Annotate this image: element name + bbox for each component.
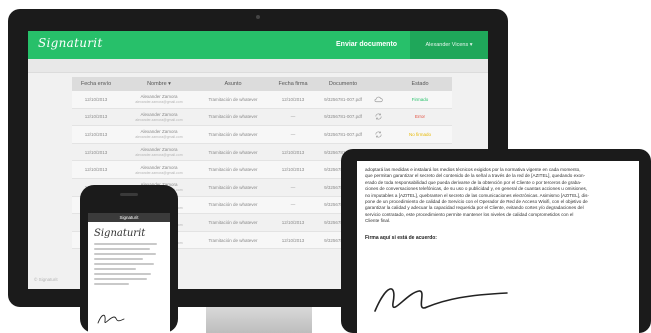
signer-email: alexander.zamora@gmail.com — [135, 100, 183, 105]
sub-navigation — [28, 59, 488, 73]
signer-name: Alexander Zamora — [140, 147, 178, 153]
signer-name: Alexander Zamora — [140, 94, 178, 100]
cell-sign-date: — — [290, 131, 296, 137]
phone-contract-text — [94, 243, 164, 285]
header-fecha-firma[interactable]: Fecha firma — [268, 77, 318, 91]
cell-sign-date: 12/10/2013 — [281, 237, 305, 243]
tablet-screen: adoptará las medidas e instalará los med… — [357, 161, 639, 333]
cell-date: 12/10/2013 — [84, 149, 108, 155]
cell-date: 12/10/2013 — [84, 96, 108, 102]
cell-subject: Tramitación de whatever — [208, 131, 258, 137]
cell-sign-date: — — [290, 184, 296, 190]
cell-document-link[interactable]: 9/3256781-007.pdf — [318, 126, 368, 143]
cell-subject: Tramitación de whatever — [208, 149, 258, 155]
cell-subject: Tramitación de whatever — [208, 219, 258, 225]
app-header: Signaturit Enviar documento Alexander Vi… — [28, 31, 488, 59]
cell-subject: Tramitación de whatever — [208, 114, 258, 120]
header-documento[interactable]: Documento — [318, 77, 368, 91]
camera-dot — [256, 15, 260, 19]
tablet-device: adoptará las medidas e instalará los med… — [341, 149, 651, 333]
cloud-download-icon[interactable] — [368, 91, 388, 108]
table-row[interactable]: 12/10/2013 Alexander Zamoraalexander.zamo… — [72, 126, 452, 144]
signature-area[interactable] — [367, 273, 517, 323]
phone-device: Signaturit Signaturit — [80, 185, 178, 333]
cell-document-link[interactable]: 9/3256781-007.pdf — [318, 91, 368, 108]
status-badge: Firmado — [411, 96, 429, 102]
cell-sign-date: 12/10/2013 — [281, 167, 305, 173]
user-menu[interactable]: Alexander Vicens ▾ — [410, 31, 488, 59]
monitor-stand — [206, 307, 312, 333]
contract-line: Cliente final. — [365, 218, 391, 224]
device-mockup-scene: Signaturit Enviar documento Alexander Vi… — [0, 0, 651, 333]
cell-sign-date: — — [290, 202, 296, 208]
signer-name: Alexander Zamora — [140, 129, 178, 135]
cell-name: Alexander Zamoraalexander.zamora@gmail.c… — [120, 144, 198, 161]
resend-sync-icon[interactable] — [368, 126, 388, 143]
phone-header: Signaturit — [88, 213, 170, 222]
resend-sync-icon[interactable] — [368, 109, 388, 126]
signer-email: alexander.zamora@gmail.com — [135, 153, 183, 158]
phone-speaker — [120, 193, 138, 196]
table-row[interactable]: 12/10/2013 Alexander Zamoraalexander.zamo… — [72, 108, 452, 127]
app-logo[interactable]: Signaturit — [38, 36, 103, 50]
footer-copyright: © Signaturit — [34, 277, 58, 282]
cell-sign-date: 12/10/2013 — [281, 149, 305, 155]
phone-screen: Signaturit Signaturit — [88, 213, 170, 333]
contract-text: adoptará las medidas e instalará los med… — [365, 167, 631, 225]
cell-sign-date: 12/10/2013 — [281, 219, 305, 225]
header-nombre[interactable]: Nombre ▾ — [120, 77, 198, 91]
signature-stroke — [374, 288, 508, 312]
cell-name: Alexander Zamoraalexander.zamora@gmail.c… — [120, 161, 198, 178]
table-header: Fecha envío Nombre ▾ Asunto Fecha firma … — [72, 77, 452, 91]
cell-sign-date: — — [290, 114, 296, 120]
cell-name: Alexander Zamoraalexander.zamora@gmail.c… — [120, 91, 198, 108]
cell-date: 12/10/2013 — [84, 131, 108, 137]
status-badge: No firmado — [408, 131, 431, 137]
signer-name: Alexander Zamora — [140, 164, 178, 170]
cell-subject: Tramitación de whatever — [208, 96, 258, 102]
cell-document-link[interactable]: 9/3256781-007.pdf — [318, 109, 368, 126]
header-fecha-envio[interactable]: Fecha envío — [72, 77, 120, 91]
cell-subject: Tramitación de whatever — [208, 202, 258, 208]
cell-subject: Tramitación de whatever — [208, 237, 258, 243]
header-estado[interactable]: Estado — [388, 77, 452, 91]
signer-email: alexander.zamora@gmail.com — [135, 135, 183, 140]
send-document-button[interactable]: Enviar documento — [328, 31, 405, 59]
phone-signature[interactable] — [96, 311, 126, 327]
signer-email: alexander.zamora@gmail.com — [135, 170, 183, 175]
status-badge: Error — [415, 114, 425, 120]
header-asunto[interactable]: Asunto — [198, 77, 268, 91]
header-icon — [368, 77, 388, 91]
signer-email: alexander.zamora@gmail.com — [135, 117, 183, 122]
cell-sign-date: 12/10/2013 — [281, 96, 305, 102]
phone-logo: Signaturit — [94, 228, 146, 239]
table-row[interactable]: 12/10/2013 Alexander Zamoraalexander.zamo… — [72, 91, 452, 109]
cell-subject: Tramitación de whatever — [208, 184, 258, 190]
cell-date: 12/10/2013 — [84, 114, 108, 120]
signature-label: Firma aquí si está de acuerdo: — [365, 234, 437, 241]
signer-name: Alexander Zamora — [140, 111, 178, 117]
cell-name: Alexander Zamoraalexander.zamora@gmail.c… — [120, 109, 198, 126]
cell-date: 12/10/2013 — [84, 167, 108, 173]
cell-name: Alexander Zamoraalexander.zamora@gmail.c… — [120, 126, 198, 143]
cell-subject: Tramitación de whatever — [208, 167, 258, 173]
